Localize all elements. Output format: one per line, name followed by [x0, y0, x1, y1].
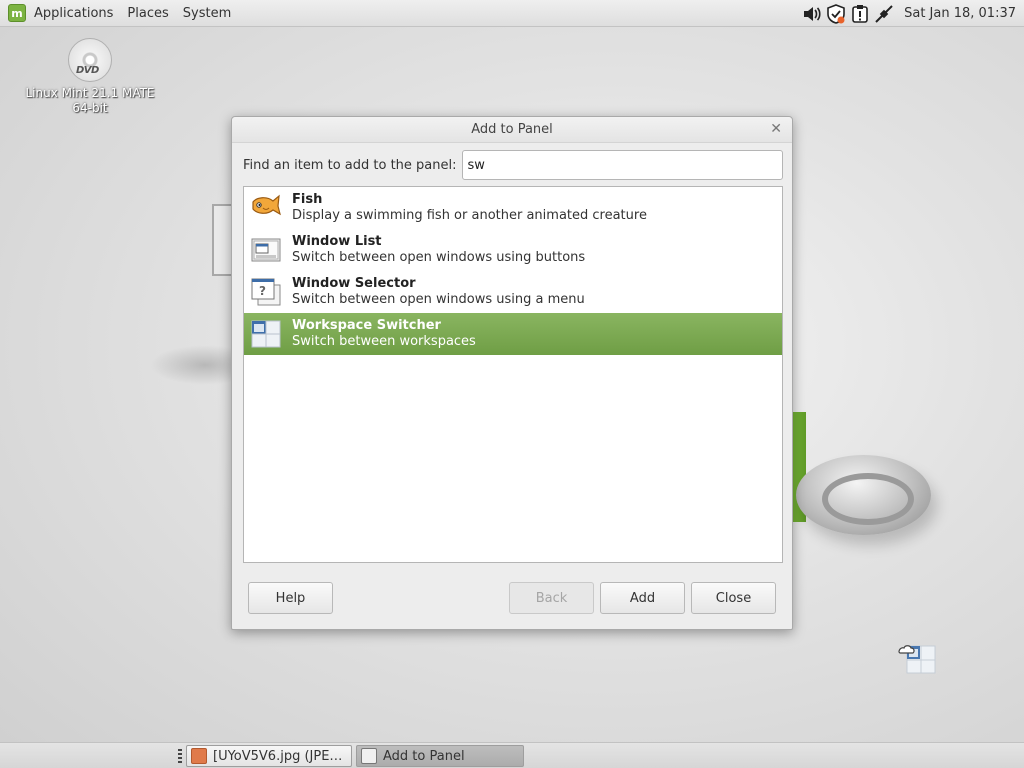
taskbar-item-add-to-panel[interactable]: Add to Panel	[356, 745, 524, 767]
image-viewer-icon	[191, 748, 207, 764]
desktop-icon-label-line2: 64-bit	[72, 101, 108, 115]
taskbar-item-label: [UYoV5V6.jpg (JPE…	[213, 748, 343, 764]
workspace-switcher-applet[interactable]	[897, 642, 937, 674]
applet-list[interactable]: Fish Display a swimming fish or another …	[243, 186, 783, 563]
desktop-icon-label-line1: Linux Mint 21.1 MATE	[25, 86, 155, 100]
back-button[interactable]: Back	[509, 582, 594, 614]
desktop-icon-dvd[interactable]: DVD Linux Mint 21.1 MATE 64-bit	[16, 38, 164, 116]
dvd-logo-text: DVD	[76, 65, 99, 76]
clock[interactable]: Sat Jan 18, 01:37	[904, 6, 1016, 21]
taskbar-item-label: Add to Panel	[383, 748, 465, 764]
menu-system[interactable]: System	[183, 6, 237, 21]
dialog-window-icon	[361, 748, 377, 764]
bottom-panel: [UYoV5V6.jpg (JPE… Add to Panel	[0, 742, 1024, 768]
dialog-title: Add to Panel	[471, 122, 553, 137]
workspace-switcher-icon	[249, 318, 283, 350]
add-to-panel-dialog: Add to Panel ✕ Find an item to add to th…	[231, 116, 793, 630]
close-button[interactable]: Close	[691, 582, 776, 614]
panel-drag-handle[interactable]	[178, 749, 182, 763]
list-item-description: Switch between workspaces	[292, 334, 476, 349]
search-input[interactable]	[461, 150, 783, 180]
fish-icon	[249, 192, 283, 224]
mint-menu-icon[interactable]: m	[8, 4, 26, 22]
top-panel: m Applications Places System Sat Jan 18,…	[0, 0, 1024, 27]
volume-icon[interactable]	[802, 4, 822, 24]
list-item-workspace-switcher[interactable]: Workspace Switcher Switch between worksp…	[244, 313, 782, 355]
list-item-description: Display a swimming fish or another anima…	[292, 208, 647, 223]
notification-icon[interactable]	[850, 4, 870, 24]
wallpaper-mint-logo	[796, 455, 931, 535]
list-item-window-list[interactable]: Window List Switch between open windows …	[244, 229, 782, 271]
menu-places[interactable]: Places	[127, 6, 174, 21]
shield-update-icon[interactable]	[826, 3, 846, 24]
list-item-title: Window Selector	[292, 276, 416, 291]
help-button[interactable]: Help	[248, 582, 333, 614]
list-item-fish[interactable]: Fish Display a swimming fish or another …	[244, 187, 782, 229]
svg-text:?: ?	[259, 284, 266, 298]
taskbar-item-image-viewer[interactable]: [UYoV5V6.jpg (JPE…	[186, 745, 352, 767]
system-tray: Sat Jan 18, 01:37	[798, 0, 1016, 27]
network-icon[interactable]	[874, 4, 894, 24]
list-item-title: Window List	[292, 234, 382, 249]
dvd-icon: DVD	[68, 38, 112, 82]
close-icon[interactable]: ✕	[770, 117, 782, 142]
menu-applications[interactable]: Applications	[34, 6, 119, 21]
list-item-title: Fish	[292, 192, 323, 207]
list-item-description: Switch between open windows using button…	[292, 250, 586, 265]
window-selector-icon: ?	[249, 276, 283, 308]
find-row: Find an item to add to the panel:	[243, 150, 783, 180]
dialog-titlebar[interactable]: Add to Panel ✕	[232, 117, 792, 143]
list-item-window-selector[interactable]: ? Window Selector Switch between open wi…	[244, 271, 782, 313]
window-list-icon	[249, 234, 283, 266]
desktop-icon-label: Linux Mint 21.1 MATE 64-bit	[25, 86, 154, 116]
list-item-description: Switch between open windows using a menu	[292, 292, 585, 307]
list-item-title: Workspace Switcher	[292, 318, 441, 333]
find-label: Find an item to add to the panel:	[243, 157, 457, 173]
add-button[interactable]: Add	[600, 582, 685, 614]
